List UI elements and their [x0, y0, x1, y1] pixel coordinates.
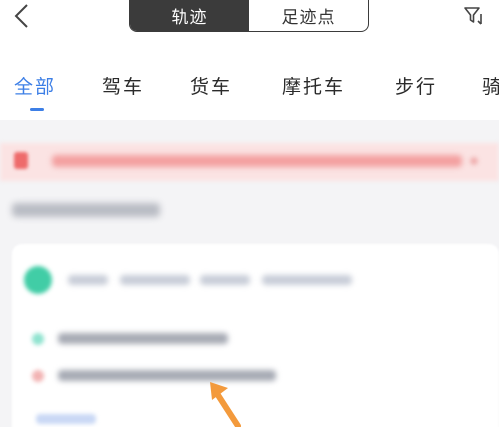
- meta-chip: [68, 275, 108, 285]
- category-tabs: 全部 驾车 货车 摩托车 步行 骑: [0, 72, 499, 112]
- meta-chip: [120, 275, 190, 285]
- tab-driving[interactable]: 驾车: [102, 72, 144, 99]
- tab-motorcycle[interactable]: 摩托车: [282, 72, 345, 99]
- tab-footprint-points[interactable]: 足迹点: [249, 0, 368, 31]
- active-tab-indicator: [30, 108, 44, 111]
- tab-walking[interactable]: 步行: [395, 72, 437, 99]
- avatar: [24, 266, 52, 294]
- close-icon[interactable]: [470, 157, 478, 165]
- chevron-left-icon: [14, 4, 28, 28]
- filter-button[interactable]: [462, 4, 486, 28]
- tab-track[interactable]: 轨迹: [130, 0, 249, 31]
- tab-truck[interactable]: 货车: [190, 72, 232, 99]
- back-button[interactable]: [8, 2, 36, 30]
- banner-text-redacted: [52, 155, 462, 167]
- meta-chip: [200, 275, 250, 285]
- card-tag-redacted: [36, 414, 96, 424]
- alert-icon: [14, 152, 28, 169]
- end-point-dot: [32, 370, 44, 382]
- tab-cycling[interactable]: 骑: [482, 72, 499, 99]
- arrow-pointer-icon: [210, 382, 241, 427]
- start-point-dot: [32, 333, 44, 345]
- date-header-redacted: [12, 203, 160, 217]
- filter-icon: [464, 7, 482, 25]
- meta-chip: [262, 275, 352, 285]
- start-point-text-redacted: [58, 333, 228, 344]
- view-toggle: 轨迹 足迹点: [129, 0, 369, 32]
- tab-all[interactable]: 全部: [14, 72, 56, 99]
